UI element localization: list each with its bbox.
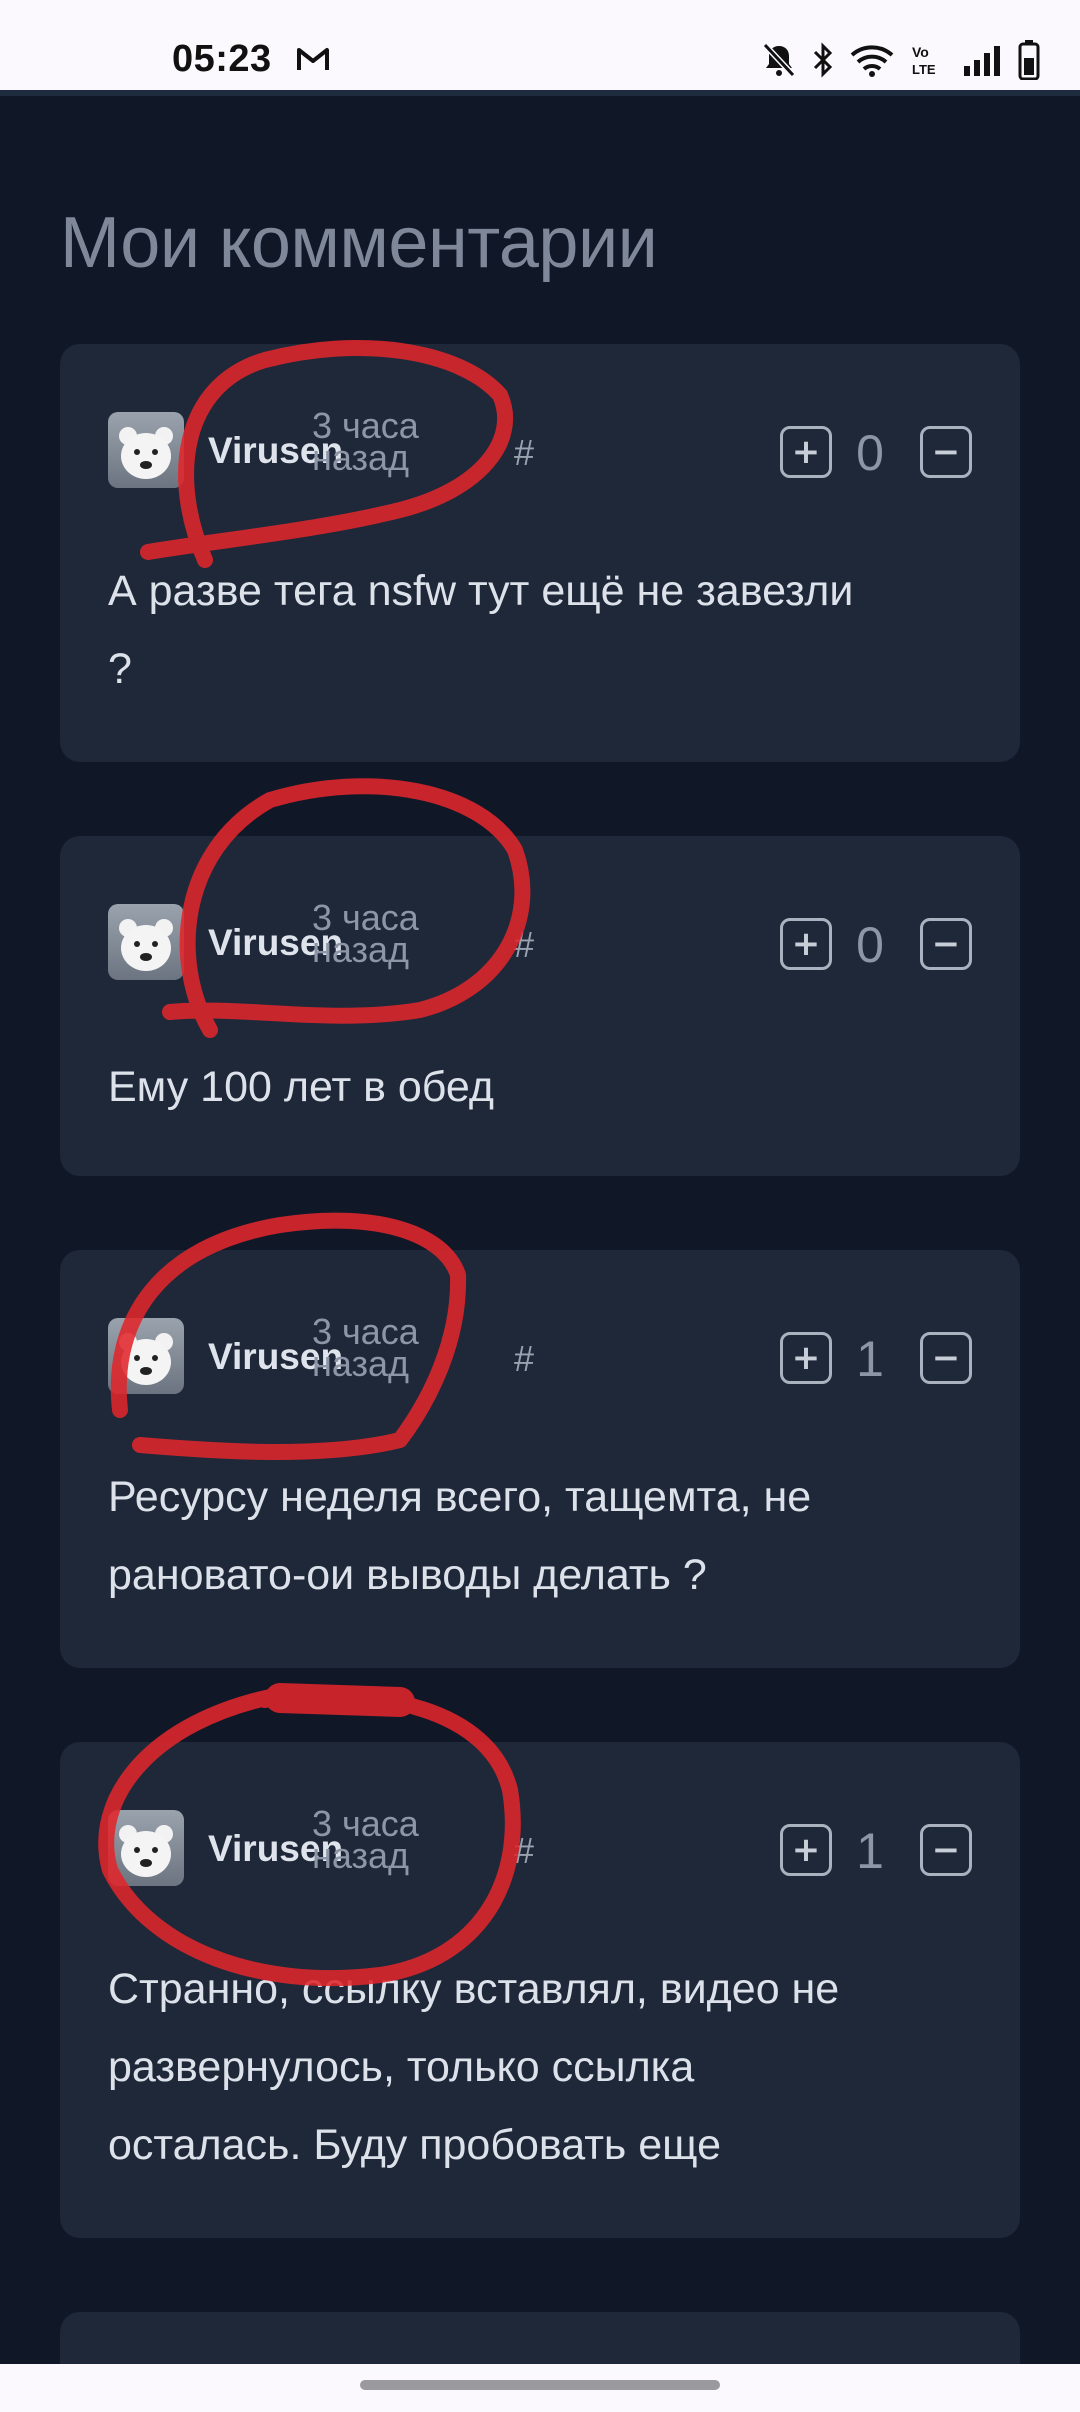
upvote-button[interactable]: +	[780, 1332, 832, 1384]
comment-score: 0	[856, 425, 884, 481]
svg-text:Vo: Vo	[912, 44, 929, 60]
avatar[interactable]	[108, 1810, 184, 1886]
comment-text: Странно, ссылку вставлял, видео не разве…	[108, 1965, 840, 2169]
upvote-button[interactable]: +	[780, 426, 832, 478]
comment-text: Ему 100 лет в обед	[108, 1063, 494, 1111]
avatar[interactable]	[108, 412, 184, 488]
comment-time: 3 часа назад	[312, 1803, 419, 1876]
page-title: Мои комментарии	[60, 203, 658, 283]
avatar[interactable]	[108, 904, 184, 980]
status-bar: 05:23 Vo LTE	[0, 0, 1080, 96]
comment-time: 3 часа назад	[312, 1311, 419, 1384]
comment-text: Ресурсу неделя всего, тащемта, не ранова…	[108, 1473, 812, 1599]
comment-card: Virusen 3 часа назад # + 0 − Ему 100 лет …	[60, 836, 1020, 1176]
downvote-button[interactable]: −	[920, 1332, 972, 1384]
gesture-bar	[0, 2364, 1080, 2412]
bell-off-icon	[762, 42, 796, 78]
downvote-button[interactable]: −	[920, 1824, 972, 1876]
comment-permalink[interactable]: #	[514, 1830, 534, 1872]
comment-score: 1	[856, 1823, 884, 1879]
volte-icon: Vo LTE	[910, 43, 946, 77]
signal-icon	[962, 44, 1002, 76]
status-time: 05:23	[172, 38, 272, 80]
bluetooth-icon	[812, 42, 834, 78]
upvote-button[interactable]: +	[780, 918, 832, 970]
avatar[interactable]	[108, 1318, 184, 1394]
comment-time: 3 часа назад	[312, 897, 419, 970]
comment-score: 0	[856, 917, 884, 973]
battery-icon	[1018, 40, 1040, 80]
downvote-button[interactable]: −	[920, 426, 972, 478]
comment-card: Virusen 3 часа назад # + 1 − Странно, ссы…	[60, 1742, 1020, 2238]
comment-permalink[interactable]: #	[514, 432, 534, 474]
comment-score: 1	[856, 1331, 884, 1387]
wifi-icon	[850, 43, 894, 77]
downvote-button[interactable]: −	[920, 918, 972, 970]
home-gesture-handle[interactable]	[360, 2380, 720, 2390]
comment-permalink[interactable]: #	[514, 1338, 534, 1380]
gmail-icon	[296, 46, 330, 76]
svg-text:LTE: LTE	[912, 62, 936, 77]
comment-text: А разве тега nsfw тут ещё не завезли ?	[108, 567, 854, 693]
comment-time: 3 часа назад	[312, 405, 419, 478]
upvote-button[interactable]: +	[780, 1824, 832, 1876]
comment-permalink[interactable]: #	[514, 924, 534, 966]
comment-card: Virusen 3 часа назад # + 1 − Ресурсу неде…	[60, 1250, 1020, 1668]
comment-card: Virusen 3 часа назад # + 0 − А разве тега…	[60, 344, 1020, 762]
